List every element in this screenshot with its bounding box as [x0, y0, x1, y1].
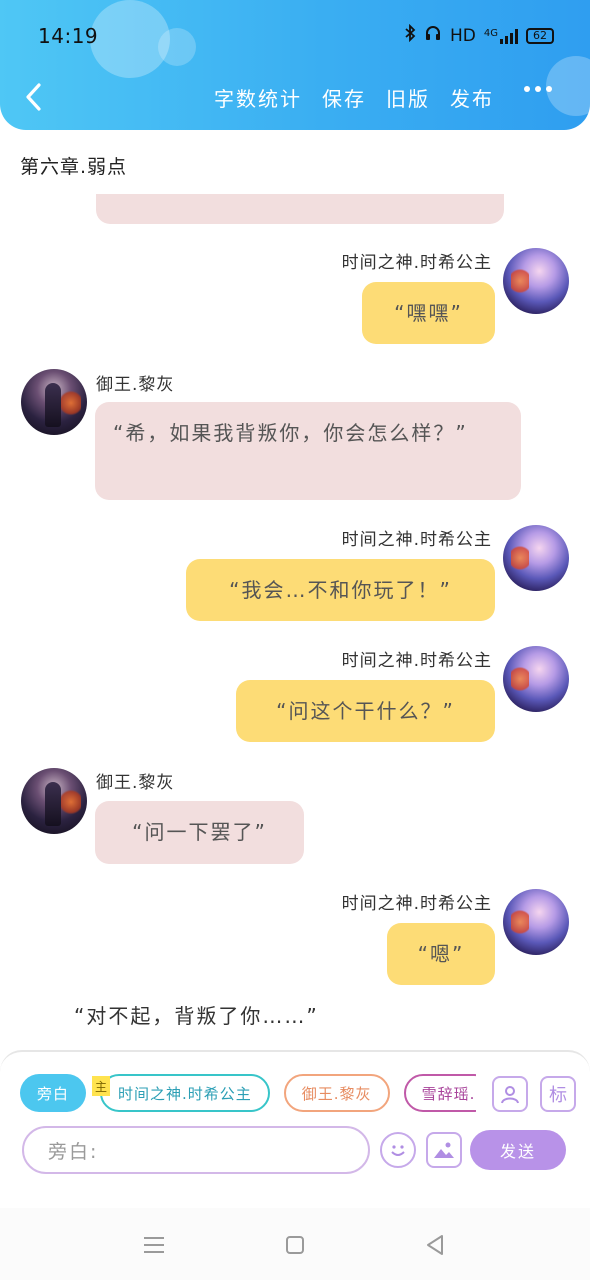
square-icon	[286, 1236, 304, 1254]
role-selector: 旁白 时间之神.时希公主 御王.黎灰 雪辞瑶.	[20, 1074, 476, 1112]
message-input[interactable]: 旁白:	[22, 1126, 370, 1174]
top-app-bar: 14:19 HD 4G 62 字数统计 保存 旧版 发布	[0, 0, 590, 130]
decor-bubble	[158, 28, 196, 66]
send-button[interactable]: 发送	[470, 1130, 566, 1170]
message-bubble[interactable]: “我会…不和你玩了！”	[186, 559, 495, 621]
message-bubble[interactable]: “希，如果我背叛你，你会怎么样？”	[95, 402, 521, 500]
main-role-tag: 主	[92, 1076, 110, 1096]
speaker-name: 时间之神.时希公主	[341, 530, 492, 550]
system-back-button[interactable]	[418, 1228, 452, 1262]
more-icon[interactable]	[524, 86, 552, 92]
person-icon	[501, 1086, 519, 1104]
menu-icon	[144, 1237, 164, 1253]
save-button[interactable]: 保存	[322, 83, 366, 112]
header-actions: 字数统计 保存 旧版 发布	[214, 83, 494, 112]
recents-button[interactable]	[137, 1228, 171, 1262]
avatar-liqiao[interactable]	[21, 369, 87, 435]
back-button[interactable]	[18, 80, 48, 114]
message-bubble[interactable]: “问这个干什么？”	[236, 680, 495, 742]
hd-label: HD	[450, 25, 476, 46]
signal-icon: 4G	[484, 28, 518, 44]
chevron-left-icon	[26, 83, 41, 111]
word-count-button[interactable]: 字数统计	[214, 83, 302, 112]
old-version-button[interactable]: 旧版	[386, 83, 430, 112]
bluetooth-icon	[404, 23, 416, 47]
status-icons: HD 4G 62	[404, 23, 554, 47]
avatar-shixi[interactable]	[503, 646, 569, 712]
role-chip-narrator[interactable]: 旁白	[20, 1074, 86, 1112]
message-bubble[interactable]: “嗯”	[387, 923, 495, 985]
home-button[interactable]	[278, 1228, 312, 1262]
speaker-name: 时间之神.时希公主	[341, 253, 492, 273]
image-icon	[434, 1142, 454, 1158]
avatar-shixi[interactable]	[503, 248, 569, 314]
role-chip-shixi[interactable]: 时间之神.时希公主	[100, 1074, 270, 1112]
speaker-name: 时间之神.时希公主	[341, 651, 492, 671]
speaker-name: 时间之神.时希公主	[341, 894, 492, 914]
triangle-back-icon	[427, 1235, 443, 1255]
avatar-shixi[interactable]	[503, 525, 569, 591]
message-bubble[interactable]: “问一下罢了”	[95, 801, 304, 864]
role-chip-xueciyao[interactable]: 雪辞瑶.	[403, 1074, 476, 1112]
battery-icon: 62	[526, 27, 554, 44]
avatar-liqiao[interactable]	[21, 768, 87, 834]
role-chip-liqiao[interactable]: 御王.黎灰	[283, 1074, 390, 1112]
decor-bubble	[546, 56, 590, 116]
emoji-button[interactable]	[380, 1132, 416, 1168]
tag-button[interactable]: 标	[540, 1076, 576, 1112]
network-type: 4G	[483, 27, 498, 39]
speaker-name: 御王.黎灰	[96, 773, 175, 793]
image-button[interactable]	[426, 1132, 462, 1168]
avatar-shixi[interactable]	[503, 889, 569, 955]
narration-text[interactable]: “对不起，背叛了你……”	[74, 1000, 319, 1029]
message-bubble[interactable]: “嘿嘿”	[362, 282, 495, 344]
publish-button[interactable]: 发布	[450, 83, 494, 112]
decor-bubble	[90, 0, 170, 78]
system-nav-bar	[0, 1208, 590, 1280]
status-time: 14:19	[38, 24, 99, 48]
speaker-name: 御王.黎灰	[96, 375, 175, 395]
character-manage-button[interactable]	[492, 1076, 528, 1112]
smiley-icon	[391, 1145, 405, 1156]
chapter-title: 第六章.弱点	[20, 156, 128, 178]
message-bubble-partial[interactable]	[96, 194, 504, 224]
headphones-icon	[424, 24, 442, 47]
